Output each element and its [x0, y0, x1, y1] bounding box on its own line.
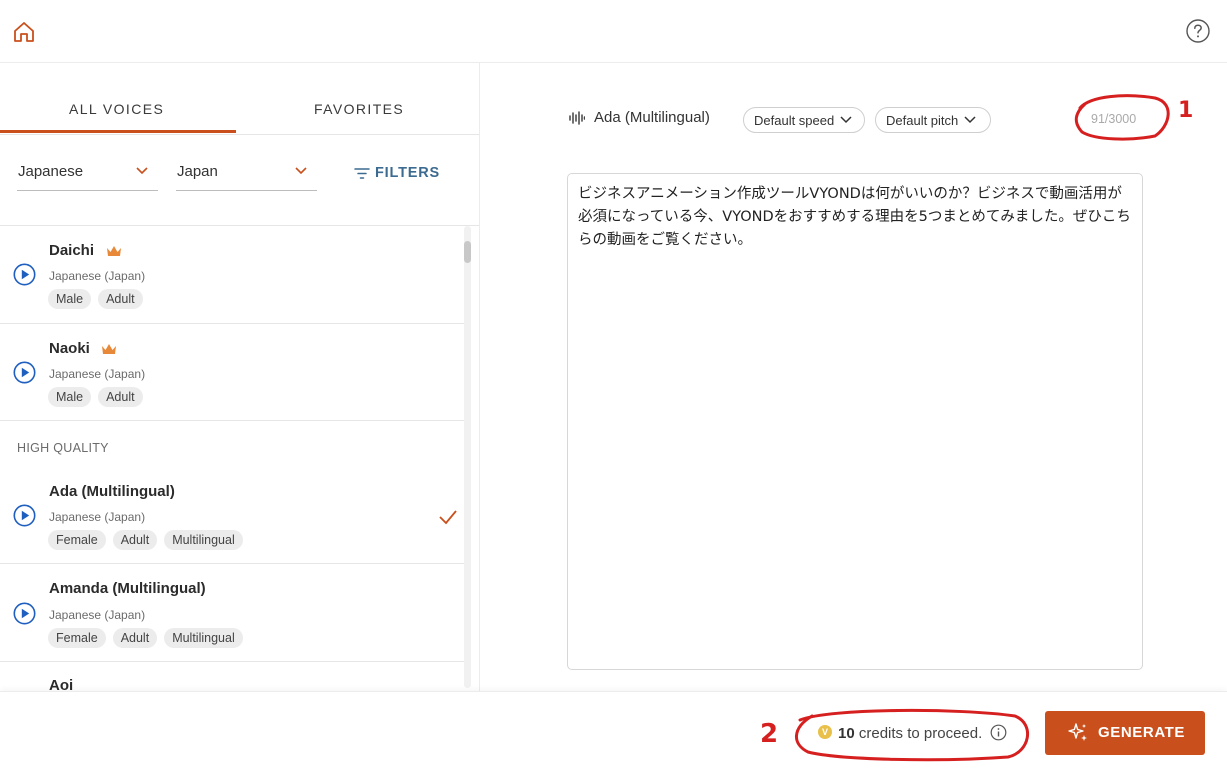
voice-name: Daichi: [49, 242, 95, 259]
pitch-dropdown[interactable]: Default pitch: [875, 107, 991, 133]
pitch-dropdown-label: Default pitch: [886, 113, 959, 128]
generate-button-label: GENERATE: [1098, 724, 1186, 741]
coin-icon: V: [818, 725, 832, 739]
tag-gender: Male: [48, 387, 92, 407]
tag-age: Adult: [98, 387, 143, 407]
script-editor-panel: Ada (Multilingual) Default speed Default…: [481, 63, 1227, 691]
voice-item-aoi[interactable]: Aoi: [0, 662, 470, 691]
speed-dropdown-label: Default speed: [754, 113, 835, 128]
voice-name: Amanda (Multilingual): [49, 580, 206, 597]
tag-multilingual: Multilingual: [164, 628, 243, 648]
voice-list: Daichi Japanese (Japan) Male Adult Naoki…: [0, 226, 479, 691]
selected-voice-name: Ada (Multilingual): [594, 109, 710, 126]
voice-language: Japanese (Japan): [49, 510, 146, 524]
voice-tags: Male Adult: [48, 387, 143, 407]
tab-favorites[interactable]: FAVORITES: [314, 101, 404, 117]
generate-button[interactable]: GENERATE: [1045, 711, 1205, 755]
tag-gender: Female: [48, 628, 106, 648]
voice-tags: Female Adult Multilingual: [48, 530, 243, 550]
country-select-value: Japan: [177, 163, 218, 180]
credits-count: 10: [838, 725, 855, 742]
crown-icon: [102, 344, 116, 354]
tag-age: Adult: [98, 289, 143, 309]
voice-name: Aoi: [49, 677, 74, 691]
voice-tags: Female Adult Multilingual: [48, 628, 243, 648]
filter-bar: Japanese Japan FILTERS: [0, 135, 479, 226]
character-counter: 91/3000: [1091, 112, 1137, 126]
voice-panel: ALL VOICES FAVORITES Japanese Japan FILT…: [0, 63, 480, 691]
tag-age: Adult: [112, 530, 158, 550]
tag-multilingual: Multilingual: [164, 530, 243, 550]
home-button[interactable]: [10, 18, 38, 46]
voice-tabs: ALL VOICES FAVORITES: [0, 63, 479, 135]
play-icon[interactable]: [13, 361, 36, 384]
play-icon[interactable]: [13, 602, 36, 625]
voice-list-scrollbar[interactable]: [464, 226, 471, 688]
tab-all-voices[interactable]: ALL VOICES: [69, 101, 164, 117]
top-bar: [0, 0, 1227, 63]
voice-item-amanda[interactable]: Amanda (Multilingual) Japanese (Japan) F…: [0, 564, 470, 662]
sparkle-icon: [1068, 723, 1087, 741]
info-icon[interactable]: [990, 724, 1007, 741]
voice-tags: Male Adult: [48, 289, 143, 309]
bottom-action-bar: V 10 credits to proceed. GENERATE: [0, 691, 1227, 768]
speed-dropdown[interactable]: Default speed: [743, 107, 865, 133]
scrollbar-thumb[interactable]: [464, 241, 471, 263]
credits-text: credits to proceed.: [858, 725, 983, 742]
voice-item-ada[interactable]: Ada (Multilingual) Japanese (Japan) Fema…: [0, 464, 470, 564]
voice-item-daichi[interactable]: Daichi Japanese (Japan) Male Adult: [0, 226, 470, 324]
voice-language: Japanese (Japan): [49, 367, 146, 381]
credits-notice: V 10 credits to proceed.: [818, 724, 1007, 742]
country-select[interactable]: Japan: [176, 161, 317, 191]
help-circle-icon: [1186, 19, 1210, 43]
voice-name: Naoki: [49, 340, 90, 357]
chevron-down-icon: [964, 116, 976, 124]
language-select-value: Japanese: [18, 163, 84, 180]
tag-gender: Female: [48, 530, 106, 550]
voice-language: Japanese (Japan): [49, 269, 146, 283]
chevron-down-icon: [840, 116, 852, 124]
tag-age: Adult: [112, 628, 158, 648]
language-select[interactable]: Japanese: [17, 161, 158, 191]
section-label-high-quality: HIGH QUALITY: [17, 441, 109, 455]
help-button[interactable]: [1185, 18, 1211, 44]
script-textarea[interactable]: ビジネスアニメーション作成ツールVYONDは何がいいのか？ビジネスで動画活用が必…: [567, 173, 1143, 670]
filters-button-label: FILTERS: [375, 165, 440, 181]
home-icon: [14, 22, 34, 42]
voice-language: Japanese (Japan): [49, 608, 146, 622]
voice-name: Ada (Multilingual): [49, 483, 175, 500]
active-tab-indicator: [0, 130, 236, 133]
play-icon[interactable]: [13, 263, 36, 286]
tag-gender: Male: [48, 289, 92, 309]
crown-icon: [107, 246, 121, 256]
voice-item-naoki[interactable]: Naoki Japanese (Japan) Male Adult: [0, 324, 470, 421]
filters-button[interactable]: FILTERS: [354, 165, 440, 181]
chevron-down-icon: [136, 167, 148, 175]
sound-wave-icon: [569, 111, 585, 125]
play-icon[interactable]: [13, 504, 36, 527]
chevron-down-icon: [295, 167, 307, 175]
checkmark-icon: [439, 510, 457, 525]
filter-lines-icon: [354, 168, 370, 179]
